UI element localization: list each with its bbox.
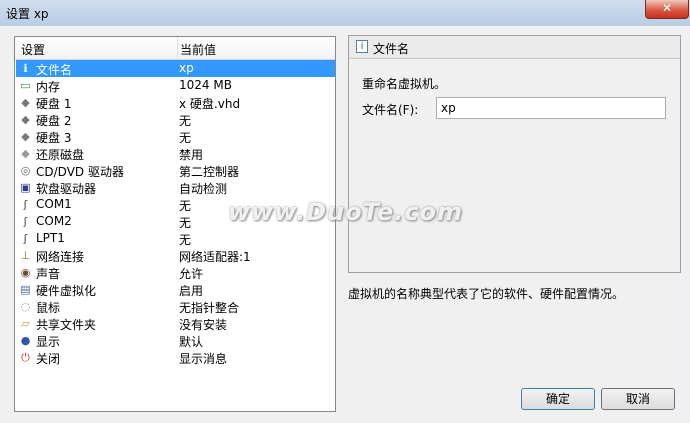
list-item-value: 无 bbox=[179, 233, 192, 247]
list-item-name: COM2 bbox=[36, 214, 72, 228]
list-item-name: 硬盘 2 bbox=[36, 114, 72, 128]
list-item-name: 硬盘 1 bbox=[36, 97, 72, 111]
list-item[interactable]: ▤ 硬件虚拟化 启用 bbox=[16, 281, 335, 298]
list-item-value: x 硬盘.vhd bbox=[179, 97, 241, 111]
list-item-name: 鼠标 bbox=[36, 301, 61, 315]
list-item[interactable]: ℹ 文件名 xp bbox=[16, 60, 335, 77]
cd-icon: ◎ bbox=[20, 164, 31, 177]
list-item-name: 网络连接 bbox=[36, 250, 85, 264]
list-item-value: 自动检测 bbox=[179, 182, 228, 196]
harddisk-icon: ◆ bbox=[21, 130, 30, 143]
list-item-value: 无 bbox=[179, 131, 192, 145]
description-text: 虚拟机的名称典型代表了它的软件、硬件配置情况。 bbox=[348, 287, 625, 301]
title-bar: 设置 xp ✕ bbox=[0, 0, 690, 26]
list-item-value: 网络适配器:1 bbox=[179, 250, 251, 264]
list-item[interactable]: ⏻ 关闭 显示消息 bbox=[16, 349, 335, 366]
list-item-name: 软盘驱动器 bbox=[36, 182, 97, 196]
list-item[interactable]: ⊥ 网络连接 网络适配器:1 bbox=[16, 247, 335, 264]
list-item-value: 无 bbox=[179, 216, 192, 230]
list-item[interactable]: ◆ 硬盘 1 x 硬盘.vhd bbox=[16, 94, 335, 111]
list-header: 设置 当前值 bbox=[15, 37, 335, 60]
list-item-name: 显示 bbox=[36, 335, 61, 349]
list-item[interactable]: ʃ LPT1 无 bbox=[16, 230, 335, 247]
list-item-value: 默认 bbox=[179, 335, 204, 349]
list-item-name: 声音 bbox=[36, 267, 61, 281]
list-item-value: 禁用 bbox=[179, 148, 204, 162]
list-item-name: 文件名 bbox=[36, 63, 73, 77]
sound-icon: ◉ bbox=[20, 266, 31, 279]
list-item[interactable]: ◌ 鼠标 无指针整合 bbox=[16, 298, 335, 315]
network-icon: ⊥ bbox=[20, 249, 31, 262]
window-title: 设置 xp bbox=[6, 7, 49, 21]
hardware-virtualization-icon: ▤ bbox=[20, 283, 31, 296]
column-header-setting[interactable]: 设置 bbox=[21, 41, 45, 58]
shared-folder-icon: ▱ bbox=[21, 317, 30, 330]
list-item-value: 无 bbox=[179, 199, 192, 213]
list-item[interactable]: ▣ 软盘驱动器 自动检测 bbox=[16, 179, 335, 196]
memory-icon: ▭ bbox=[20, 79, 31, 92]
detail-panel: i 文件名 bbox=[348, 35, 681, 273]
info-icon: i bbox=[356, 40, 368, 53]
list-item[interactable]: ▭ 内存 1024 MB bbox=[16, 77, 335, 94]
list-item-name: 内存 bbox=[36, 80, 61, 94]
list-item-name: 硬件虚拟化 bbox=[36, 284, 97, 298]
close-button[interactable]: ✕ bbox=[645, 0, 689, 19]
list-item-name: 关闭 bbox=[36, 352, 61, 366]
column-header-current-value[interactable]: 当前值 bbox=[180, 41, 216, 58]
harddisk-icon: ◆ bbox=[21, 96, 30, 109]
list-item[interactable]: ▱ 共享文件夹 没有安装 bbox=[16, 315, 335, 332]
column-divider[interactable] bbox=[177, 37, 178, 59]
filename-label: 文件名(F): bbox=[362, 103, 419, 117]
watermark: www.DuoTe.com bbox=[228, 198, 463, 226]
list-item[interactable]: ◆ 硬盘 2 无 bbox=[16, 111, 335, 128]
info-icon: ℹ bbox=[23, 62, 28, 75]
list-item-value: 无指针整合 bbox=[179, 301, 240, 315]
list-item-value: 没有安装 bbox=[179, 318, 228, 332]
list-item-value: 无 bbox=[179, 114, 192, 128]
close-icon: ✕ bbox=[661, 1, 673, 15]
parallel-port-icon: ʃ bbox=[23, 232, 28, 245]
list-item[interactable]: ● 显示 默认 bbox=[16, 332, 335, 349]
mouse-icon: ◌ bbox=[20, 300, 31, 313]
list-item-value: 第二控制器 bbox=[179, 165, 240, 179]
list-item-value: 启用 bbox=[179, 284, 204, 298]
list-item-name: 硬盘 3 bbox=[36, 131, 72, 145]
restore-disk-icon: ◆ bbox=[21, 147, 30, 160]
ok-button[interactable]: 确定 bbox=[521, 388, 595, 410]
cancel-button[interactable]: 取消 bbox=[601, 388, 675, 410]
list-item[interactable]: ◆ 还原磁盘 禁用 bbox=[16, 145, 335, 162]
filename-input[interactable] bbox=[436, 97, 666, 119]
list-item[interactable]: ◆ 硬盘 3 无 bbox=[16, 128, 335, 145]
display-icon: ● bbox=[20, 334, 31, 347]
list-item-value: 允许 bbox=[179, 267, 204, 281]
harddisk-icon: ◆ bbox=[21, 113, 30, 126]
rename-instruction: 重命名虚拟机。 bbox=[362, 77, 447, 91]
list-item-name: LPT1 bbox=[36, 231, 65, 245]
list-item-value: 1024 MB bbox=[179, 78, 232, 92]
list-item[interactable]: ◎ CD/DVD 驱动器 第二控制器 bbox=[16, 162, 335, 179]
floppy-icon: ▣ bbox=[20, 181, 31, 194]
detail-header: i 文件名 bbox=[349, 36, 680, 59]
list-item-value: 显示消息 bbox=[179, 352, 228, 366]
shutdown-icon: ⏻ bbox=[21, 351, 30, 364]
list-item[interactable]: ◉ 声音 允许 bbox=[16, 264, 335, 281]
list-item-value: xp bbox=[179, 61, 194, 75]
list-item-name: CD/DVD 驱动器 bbox=[36, 165, 124, 179]
list-item-name: 共享文件夹 bbox=[36, 318, 97, 332]
list-item-name: COM1 bbox=[36, 197, 72, 211]
detail-header-title: 文件名 bbox=[373, 42, 410, 56]
serial-port-icon: ʃ bbox=[23, 215, 28, 228]
serial-port-icon: ʃ bbox=[23, 198, 28, 211]
list-item-name: 还原磁盘 bbox=[36, 148, 85, 162]
